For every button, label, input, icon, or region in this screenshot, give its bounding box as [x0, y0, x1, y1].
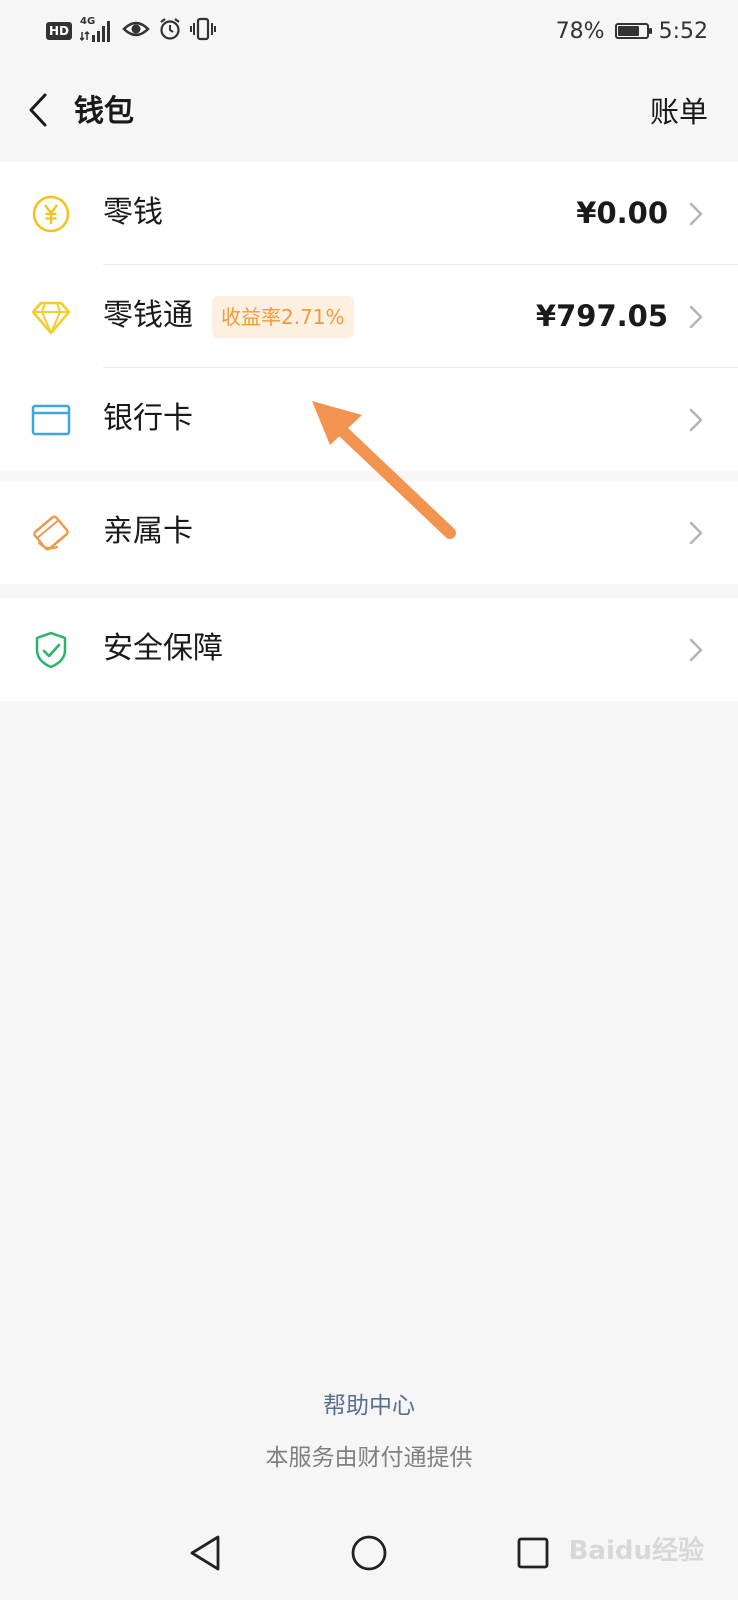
row-change-plus[interactable]: 零钱通 收益率2.71% ¥797.05 [0, 265, 738, 368]
row-change[interactable]: 零钱 ¥0.00 [0, 162, 738, 265]
back-button[interactable] [20, 86, 56, 138]
family-card-icon [31, 513, 71, 553]
alarm-icon [158, 17, 182, 45]
balance-amount: ¥0.00 [576, 196, 668, 230]
battery-percent: 78% [555, 18, 605, 44]
nav-back-button[interactable] [180, 1530, 230, 1580]
chevron-right-icon [688, 636, 704, 664]
help-center-link[interactable]: 帮助中心 [0, 1386, 738, 1420]
hd-badge: HD [46, 22, 73, 40]
vibrate-icon [190, 17, 217, 45]
yuan-coin-icon [31, 194, 71, 234]
status-icons-left: HD 4G [46, 16, 217, 46]
annotation-arrow [312, 401, 456, 539]
row-label: 零钱通 [103, 298, 193, 333]
eye-icon [122, 19, 150, 43]
row-security[interactable]: 安全保障 [0, 598, 738, 701]
square-recents-icon [516, 1536, 550, 1574]
shield-check-icon [31, 630, 71, 670]
provider-note: 本服务由财付通提供 [265, 1445, 473, 1471]
circle-home-icon [350, 1534, 388, 1576]
row-label: 安全保障 [103, 631, 223, 666]
row-label: 亲属卡 [103, 514, 193, 549]
bank-card-icon [31, 400, 71, 440]
row-label: 零钱 [103, 195, 163, 230]
nav-recents-button[interactable] [508, 1530, 558, 1580]
signal-icon: 4G [80, 16, 114, 42]
chevron-right-icon [688, 200, 704, 228]
security-group: 安全保障 [0, 598, 738, 701]
status-icons-right: 78% 5:52 [556, 14, 708, 48]
yield-rate-badge: 收益率2.71% [212, 296, 354, 338]
status-bar: HD 4G 78% 5:52 [0, 0, 738, 62]
clock-time: 5:52 [658, 18, 708, 44]
watermark: Baidu经验 [568, 1536, 704, 1566]
chevron-right-icon [688, 303, 704, 331]
battery-fill [617, 26, 639, 36]
diamond-icon [31, 297, 71, 337]
chevron-right-icon [688, 519, 704, 547]
row-label: 银行卡 [103, 401, 193, 436]
balance-amount: ¥797.05 [535, 299, 668, 333]
nav-home-button[interactable] [344, 1530, 394, 1580]
network-type-label: 4G [80, 16, 96, 27]
page-title: 钱包 [74, 94, 134, 129]
triangle-back-icon [188, 1534, 222, 1576]
chevron-right-icon [688, 406, 704, 434]
chevron-left-icon [27, 92, 49, 132]
bill-button[interactable]: 账单 [650, 84, 708, 140]
battery-icon [614, 23, 652, 39]
app-header: 钱包 账单 [0, 62, 738, 162]
